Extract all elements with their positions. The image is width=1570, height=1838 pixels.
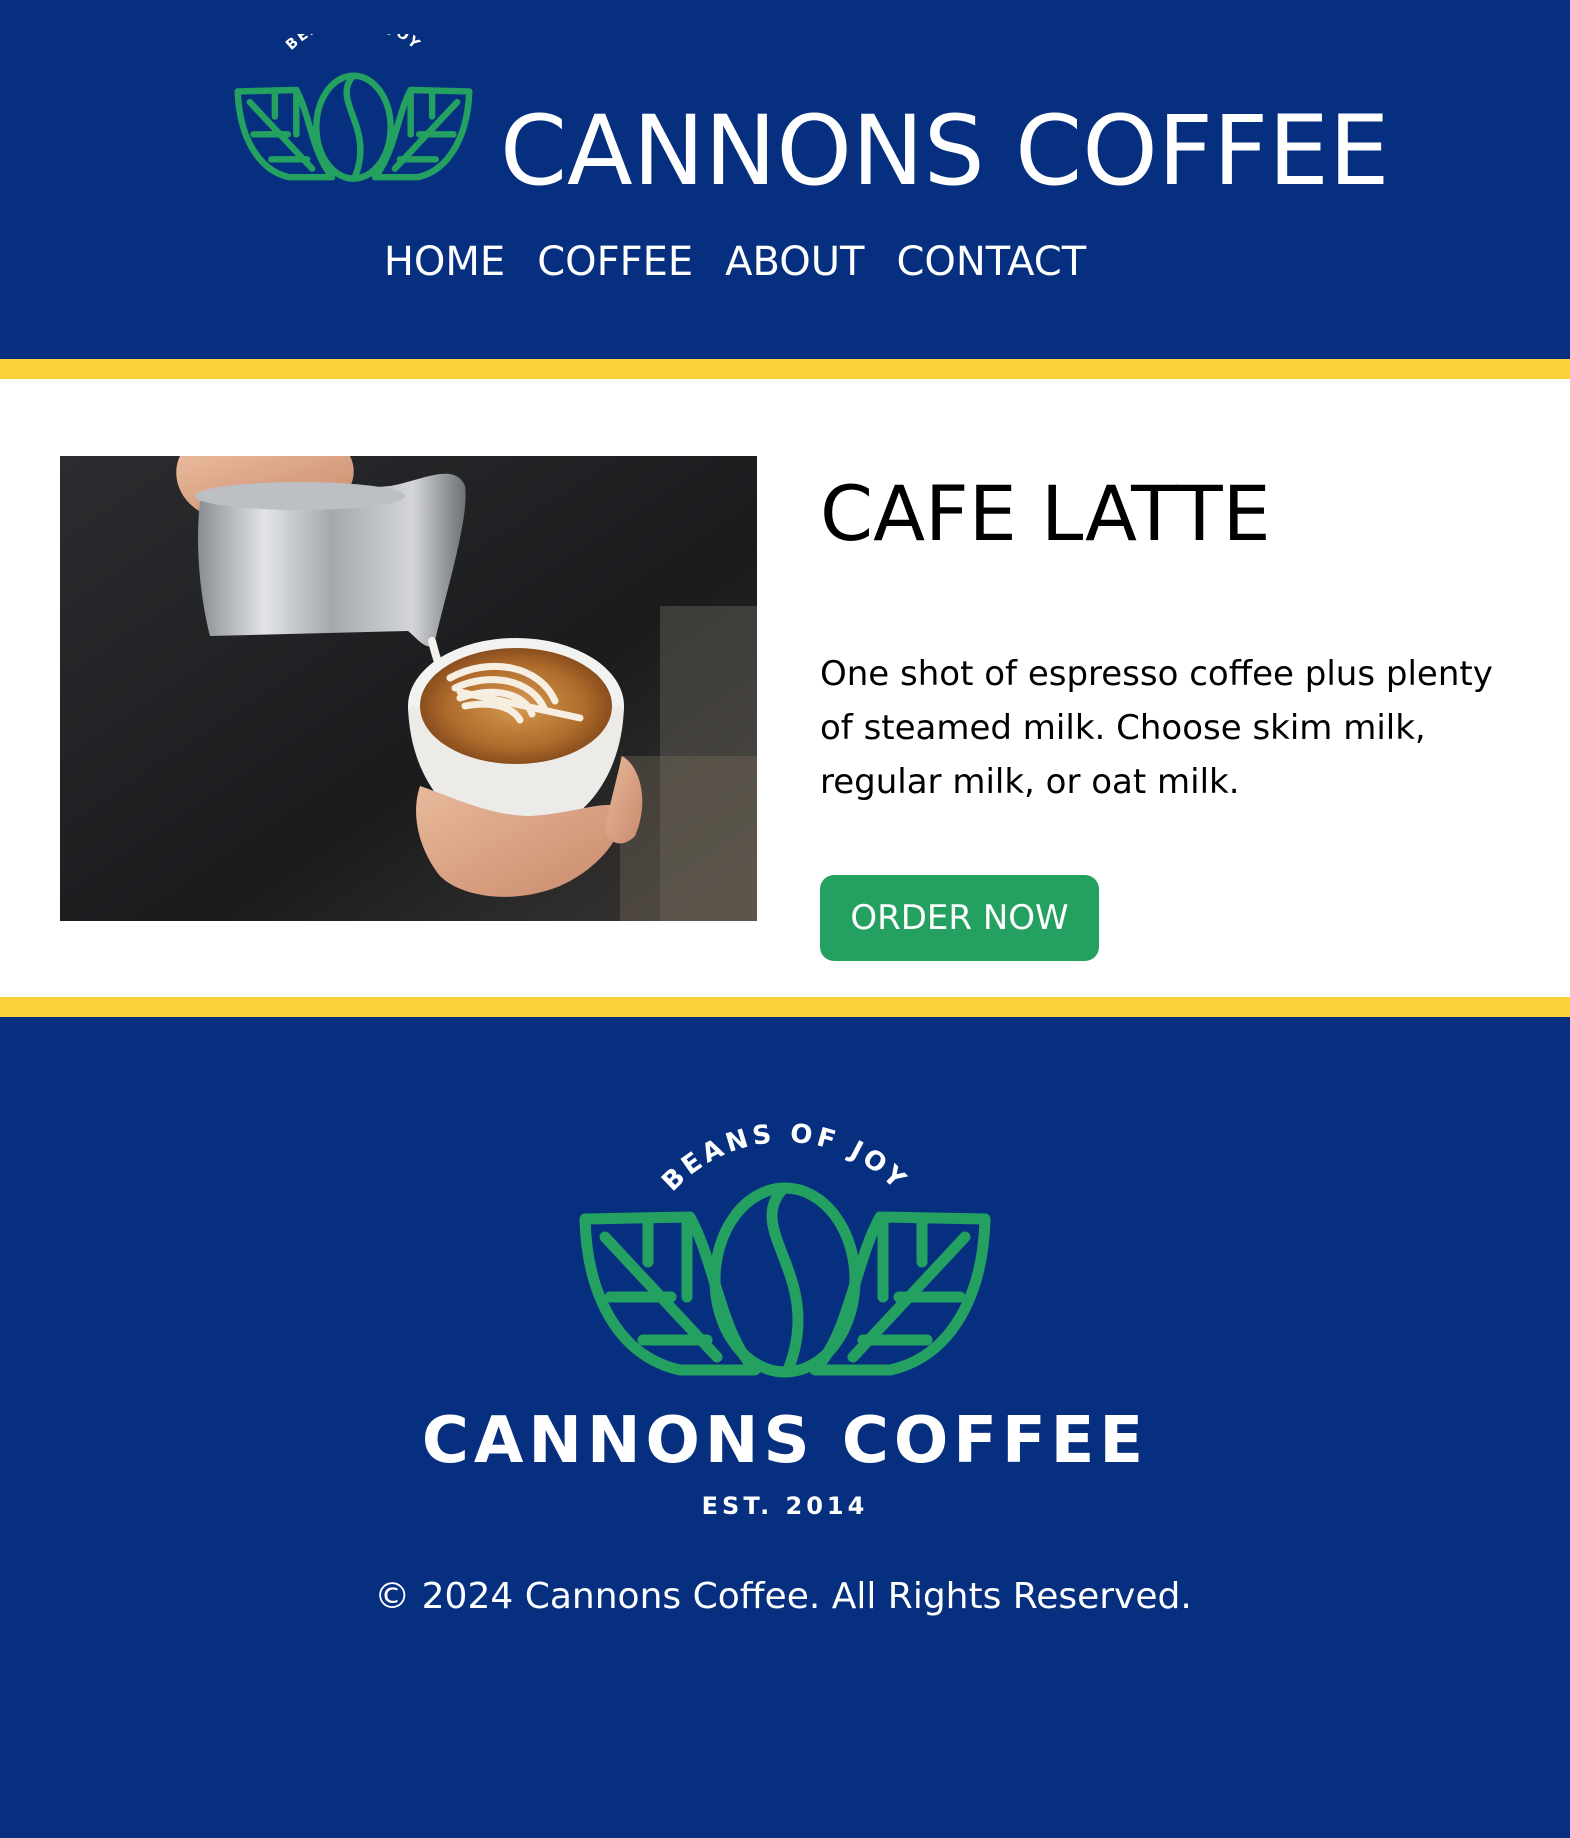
cannons-coffee-logo-icon: BEANS OF JOY CANNONS COFFEE EST. 2014 (422, 1119, 1148, 1520)
svg-text:CANNONS COFFEE: CANNONS COFFEE (422, 1404, 1148, 1478)
nav-about[interactable]: ABOUT (725, 236, 864, 288)
latte-photo-icon (60, 456, 757, 921)
nav-coffee[interactable]: COFFEE (537, 236, 693, 288)
svg-text:BEANS OF JOY: BEANS OF JOY (283, 34, 424, 54)
main-nav: HOME COFFEE ABOUT CONTACT (0, 236, 1520, 288)
nav-home[interactable]: HOME (384, 236, 505, 288)
beans-of-joy-logo-icon: BEANS OF JOY (234, 12, 473, 182)
header-logo[interactable]: BEANS OF JOY (232, 12, 475, 186)
svg-text:EST. 2014: EST. 2014 (702, 1492, 869, 1520)
product-description: One shot of espresso coffee plus plenty … (820, 654, 1493, 802)
latte-art-photo (60, 456, 757, 921)
order-now-button[interactable]: ORDER NOW (820, 875, 1099, 961)
footer-copyright: © 2024 Cannons Coffee. All Rights Reserv… (374, 1576, 1192, 1617)
product-title: CAFE LATTE (820, 469, 1271, 558)
site-title: CANNONS COFFEE (500, 95, 1390, 207)
site-footer: BEANS OF JOY CANNONS COFFEE EST. 2014 © … (0, 1017, 1570, 1838)
bottom-divider-band (0, 997, 1570, 1017)
top-divider-band (0, 359, 1570, 379)
nav-contact[interactable]: CONTACT (896, 236, 1086, 288)
footer-logo: BEANS OF JOY CANNONS COFFEE EST. 2014 (415, 1102, 1155, 1522)
product-section: CAFE LATTE One shot of espresso coffee p… (0, 379, 1570, 997)
site-header: BEANS OF JOY CA (0, 0, 1570, 359)
